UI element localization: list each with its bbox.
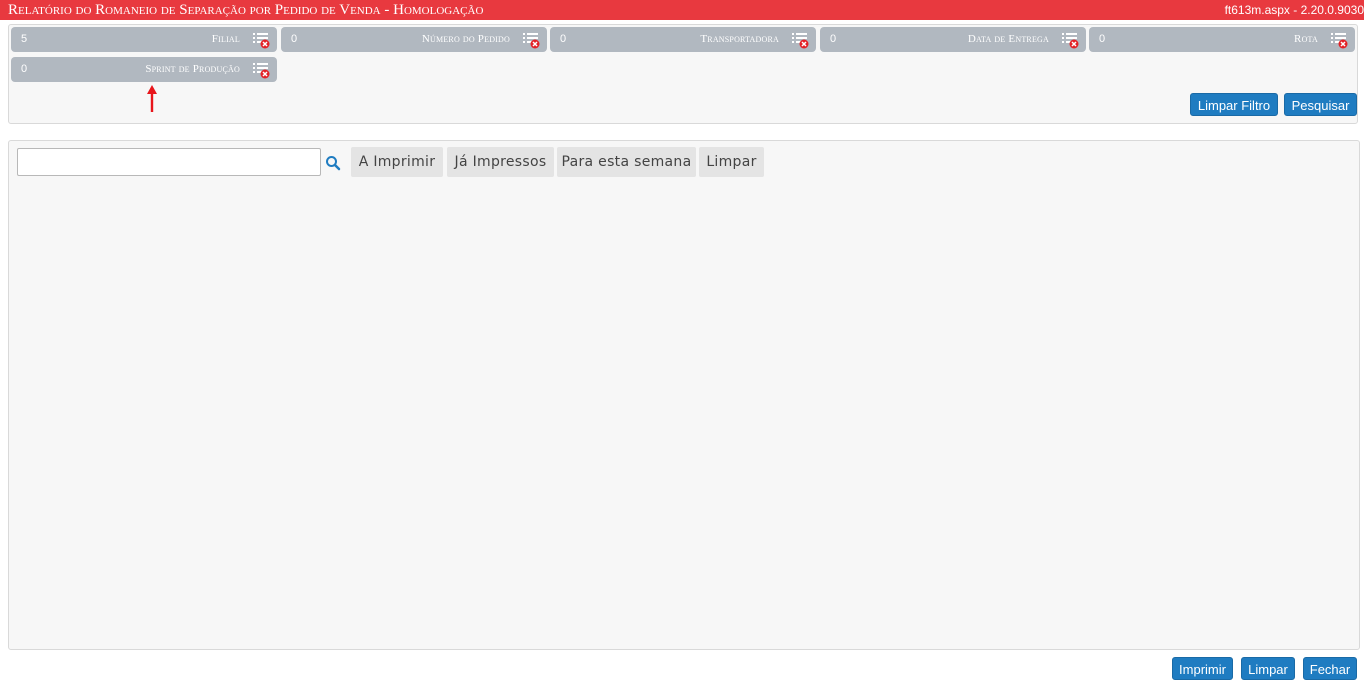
filter-button-para-esta-semana[interactable]: Para esta semana — [557, 147, 696, 177]
filter-value: 0 — [1099, 33, 1106, 45]
filter-label: Filial — [211, 33, 240, 45]
title-bar: Relatório do Romaneio de Separação por P… — [0, 0, 1364, 20]
filter-value: 5 — [21, 33, 28, 45]
filter-chip-numero-pedido[interactable]: 0 Número do Pedido — [281, 27, 547, 52]
filter-button-ja-impressos[interactable]: Já Impressos — [447, 147, 554, 177]
filter-chip-data-entrega[interactable]: 0 Data de Entrega — [820, 27, 1086, 52]
filter-value: 0 — [830, 33, 837, 45]
filter-button-limpar[interactable]: Limpar — [699, 147, 764, 177]
list-clear-icon[interactable] — [252, 61, 270, 79]
list-clear-icon[interactable] — [252, 31, 270, 49]
filter-chip-filial[interactable]: 5 Filial — [11, 27, 277, 52]
list-clear-icon[interactable] — [522, 31, 540, 49]
filter-chip-transportadora[interactable]: 0 Transportadora — [550, 27, 816, 52]
results-panel: A Imprimir Já Impressos Para esta semana… — [8, 140, 1360, 650]
search-input[interactable] — [17, 148, 321, 176]
clear-filter-button[interactable]: Limpar Filtro — [1190, 93, 1278, 116]
arrow-up-icon — [147, 85, 157, 112]
filter-button-a-imprimir[interactable]: A Imprimir — [351, 147, 443, 177]
page-title: Relatório do Romaneio de Separação por P… — [8, 2, 484, 18]
filter-label: Data de Entrega — [967, 33, 1049, 45]
filter-panel: 5 Filial 0 Número do Pedido 0 Transporta… — [8, 24, 1358, 124]
version-label: ft613m.aspx - 2.20.0.9030 — [1224, 3, 1364, 17]
search-icon[interactable] — [325, 155, 341, 171]
filter-label: Rota — [1294, 33, 1318, 45]
close-button[interactable]: Fechar — [1303, 657, 1357, 680]
filter-label: Número do Pedido — [421, 33, 510, 45]
clear-button[interactable]: Limpar — [1241, 657, 1295, 680]
filter-chip-rota[interactable]: 0 Rota — [1089, 27, 1355, 52]
filter-value: 0 — [21, 63, 28, 75]
print-button[interactable]: Imprimir — [1172, 657, 1233, 680]
list-clear-icon[interactable] — [1061, 31, 1079, 49]
filter-chip-sprint-producao[interactable]: 0 Sprint de Produção — [11, 57, 277, 82]
search-button[interactable]: Pesquisar — [1284, 93, 1357, 116]
filter-label: Transportadora — [700, 33, 779, 45]
filter-label: Sprint de Produção — [145, 63, 240, 75]
filter-value: 0 — [291, 33, 298, 45]
list-clear-icon[interactable] — [1330, 31, 1348, 49]
list-clear-icon[interactable] — [791, 31, 809, 49]
filter-value: 0 — [560, 33, 567, 45]
